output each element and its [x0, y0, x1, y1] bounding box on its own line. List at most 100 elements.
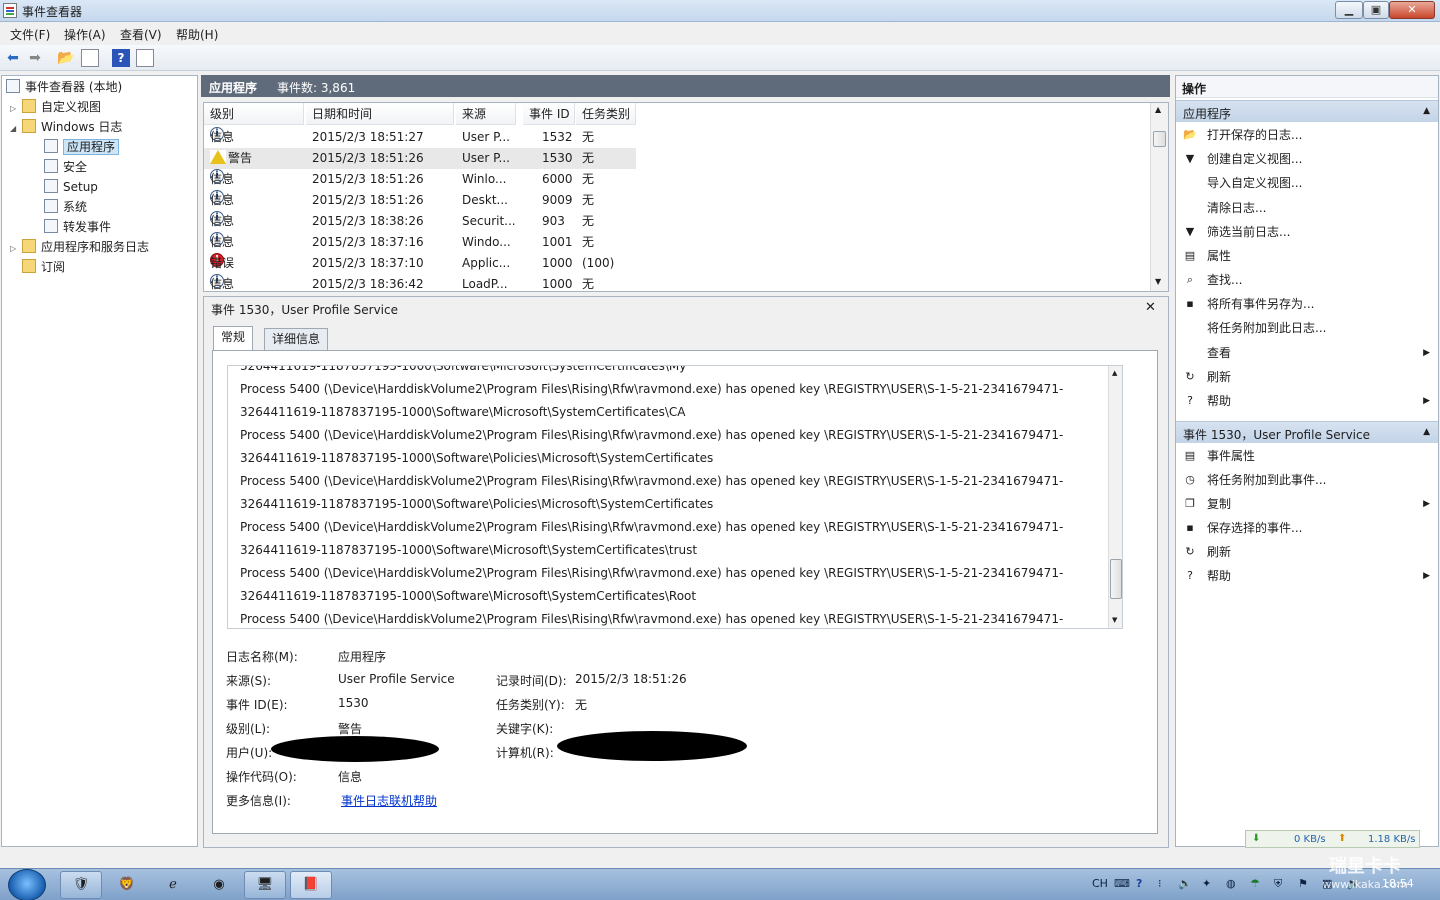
taskbar-browser-icon[interactable]: ◉ [198, 871, 240, 899]
tree-root[interactable]: 事件查看器 (本地) [6, 77, 122, 97]
online-help-link[interactable]: 事件日志联机帮助 [341, 792, 437, 809]
volume-icon[interactable]: 🔈 [1178, 877, 1192, 890]
action-item[interactable]: ? 帮助 ▶ [1176, 564, 1438, 588]
action-item[interactable]: 导入自定义视图... [1176, 171, 1438, 195]
action-item[interactable]: ▤ 属性 [1176, 244, 1438, 268]
help-icon[interactable]: ? [1136, 877, 1142, 890]
action-item[interactable]: ▪ 保存选择的事件... [1176, 516, 1438, 540]
general-tab-panel: 3264411619-1187837195-1000\Software\Micr… [212, 350, 1158, 834]
event-list-scrollbar[interactable]: ▲ ▼ [1150, 103, 1168, 291]
action-item[interactable]: ▤ 事件属性 [1176, 444, 1438, 468]
input-language[interactable]: CH [1092, 877, 1108, 890]
action-item[interactable]: 清除日志... [1176, 196, 1438, 220]
help-icon[interactable]: ? [112, 49, 130, 67]
close-detail-icon[interactable]: ✕ [1145, 300, 1156, 315]
taskbar-security-app[interactable]: 🦁 [106, 871, 148, 899]
expand-arrow-icon[interactable]: ▷ [10, 239, 22, 259]
menu-view[interactable]: 查看(V) [120, 26, 162, 43]
scroll-up-arrow-icon[interactable]: ▲ [1112, 369, 1117, 377]
action-item[interactable]: ? 帮助 ▶ [1176, 389, 1438, 413]
scroll-thumb[interactable] [1110, 559, 1122, 599]
action-item[interactable]: ⌕ 查找... [1176, 268, 1438, 292]
action-item[interactable]: ↻ 刷新 [1176, 365, 1438, 389]
event-row[interactable]: i 信息 2015/2/3 18:38:26 Securit... 903 无 [204, 211, 636, 232]
tree-app-service-logs[interactable]: ▷ 应用程序和服务日志 [10, 237, 149, 257]
properties-icon: ▤ [1184, 249, 1196, 262]
antivirus-icon[interactable]: ◍ [1226, 877, 1236, 890]
event-description[interactable]: 3264411619-1187837195-1000\Software\Micr… [227, 365, 1123, 629]
collapse-caret-icon[interactable]: ▲ [1423, 106, 1430, 116]
description-scrollbar[interactable]: ▲ ▼ [1108, 366, 1122, 628]
event-row[interactable]: ! 错误 2015/2/3 18:37:10 Applic... 1000 (100) [204, 253, 636, 274]
action-item[interactable]: ▪ 将所有事件另存为... [1176, 292, 1438, 316]
computer-log-icon [6, 79, 20, 93]
tree-log-application[interactable]: 应用程序 [44, 137, 120, 157]
taskbar-shield-app[interactable]: 🛡 [60, 871, 102, 899]
tray-expand-icon[interactable]: ⁝ [1158, 877, 1162, 890]
close-window-button[interactable]: ✕ [1389, 1, 1435, 19]
menu-action[interactable]: 操作(A) [64, 26, 106, 43]
tree-log-setup[interactable]: Setup [44, 177, 98, 197]
expand-arrow-icon[interactable]: ▷ [10, 99, 22, 119]
back-arrow-icon[interactable]: ⬅ [4, 49, 22, 67]
tree-subscriptions[interactable]: 订阅 [22, 257, 65, 277]
tree-custom-views[interactable]: ▷ 自定义视图 [10, 97, 101, 117]
tree-log-security[interactable]: 安全 [44, 157, 87, 177]
tab-general[interactable]: 常规 [213, 326, 254, 351]
show-hide-tree-icon[interactable] [81, 49, 99, 67]
firewall-icon[interactable]: ✦ [1202, 877, 1211, 890]
column-task-category[interactable]: 任务类别 [576, 103, 636, 125]
start-button[interactable] [8, 869, 46, 900]
scroll-down-arrow-icon[interactable]: ▼ [1112, 616, 1117, 624]
action-item[interactable]: 将任务附加到此日志... [1176, 316, 1438, 340]
collapse-caret-icon[interactable]: ▲ [1423, 427, 1430, 437]
show-hide-action-pane-icon[interactable] [136, 49, 154, 67]
taskbar-ie-icon[interactable]: ℯ [152, 871, 194, 899]
tree-log-system[interactable]: 系统 [44, 197, 87, 217]
scroll-down-arrow-icon[interactable]: ▼ [1155, 277, 1161, 286]
taskbar-event-viewer[interactable]: 📕 [290, 871, 332, 899]
event-row[interactable]: i 信息 2015/2/3 18:51:26 Deskt... 9009 无 [204, 190, 636, 211]
action-label: 查看 [1207, 346, 1232, 360]
folder-icon [22, 239, 36, 253]
action-item[interactable]: ❐ 复制 ▶ [1176, 492, 1438, 516]
umbrella-icon[interactable]: ☂ [1250, 877, 1260, 890]
action-item[interactable]: ▼ 创建自定义视图... [1176, 147, 1438, 171]
minimize-button[interactable]: ▁ [1335, 1, 1363, 19]
event-row[interactable]: i 信息 2015/2/3 18:51:26 Winlo... 6000 无 [204, 169, 636, 190]
scroll-thumb[interactable] [1153, 131, 1166, 147]
menu-file[interactable]: 文件(F) [10, 26, 50, 43]
event-row[interactable]: i 信息 2015/2/3 18:51:27 User P... 1532 无 [204, 127, 636, 148]
shield-tray-icon[interactable]: ⛨ [1274, 877, 1282, 891]
maximize-button[interactable]: ▣ [1363, 1, 1389, 19]
forward-arrow-icon[interactable]: ➡ [26, 49, 44, 67]
tree-log-forwarded[interactable]: 转发事件 [44, 217, 111, 237]
tab-details[interactable]: 详细信息 [264, 328, 329, 350]
column-source[interactable]: 来源 [456, 103, 516, 125]
collapse-arrow-icon[interactable]: ◢ [10, 119, 22, 139]
event-task: 无 [582, 277, 595, 291]
action-item[interactable]: 📂 打开保存的日志... [1176, 123, 1438, 147]
action-item[interactable]: ◷ 将任务附加到此事件... [1176, 468, 1438, 492]
scroll-up-arrow-icon[interactable]: ▲ [1155, 105, 1161, 114]
column-level[interactable]: 级别 [204, 103, 304, 125]
up-folder-icon[interactable]: 📂 [57, 49, 75, 67]
column-event-id[interactable]: 事件 ID [523, 103, 575, 125]
action-item[interactable]: 查看 ▶ [1176, 341, 1438, 365]
menu-help[interactable]: 帮助(H) [176, 26, 218, 43]
event-row[interactable]: i 信息 2015/2/3 18:37:16 Windo... 1001 无 [204, 232, 636, 253]
event-row[interactable]: 警告 2015/2/3 18:51:26 User P... 1530 无 [204, 148, 636, 169]
section-event[interactable]: 事件 1530，User Profile Service ▲ [1176, 421, 1438, 443]
action-item[interactable]: ↻ 刷新 [1176, 540, 1438, 564]
logged-label: 记录时间(D): [496, 674, 567, 688]
tree-windows-logs[interactable]: ◢ Windows 日志 [10, 117, 122, 137]
keyboard-icon[interactable]: ⌨ [1114, 877, 1130, 890]
event-properties-icon: ▤ [1184, 449, 1196, 462]
section-application[interactable]: 应用程序 ▲ [1176, 100, 1438, 122]
action-item[interactable]: ▼ 筛选当前日志... [1176, 220, 1438, 244]
task-category-label: 任务类别(Y): [496, 698, 565, 712]
action-label: 刷新 [1207, 545, 1232, 559]
column-datetime[interactable]: 日期和时间 [306, 103, 454, 125]
event-row[interactable]: i 信息 2015/2/3 18:36:42 LoadP... 1000 无 [204, 274, 636, 291]
taskbar-remote-desktop[interactable]: 🖥 [244, 871, 286, 899]
